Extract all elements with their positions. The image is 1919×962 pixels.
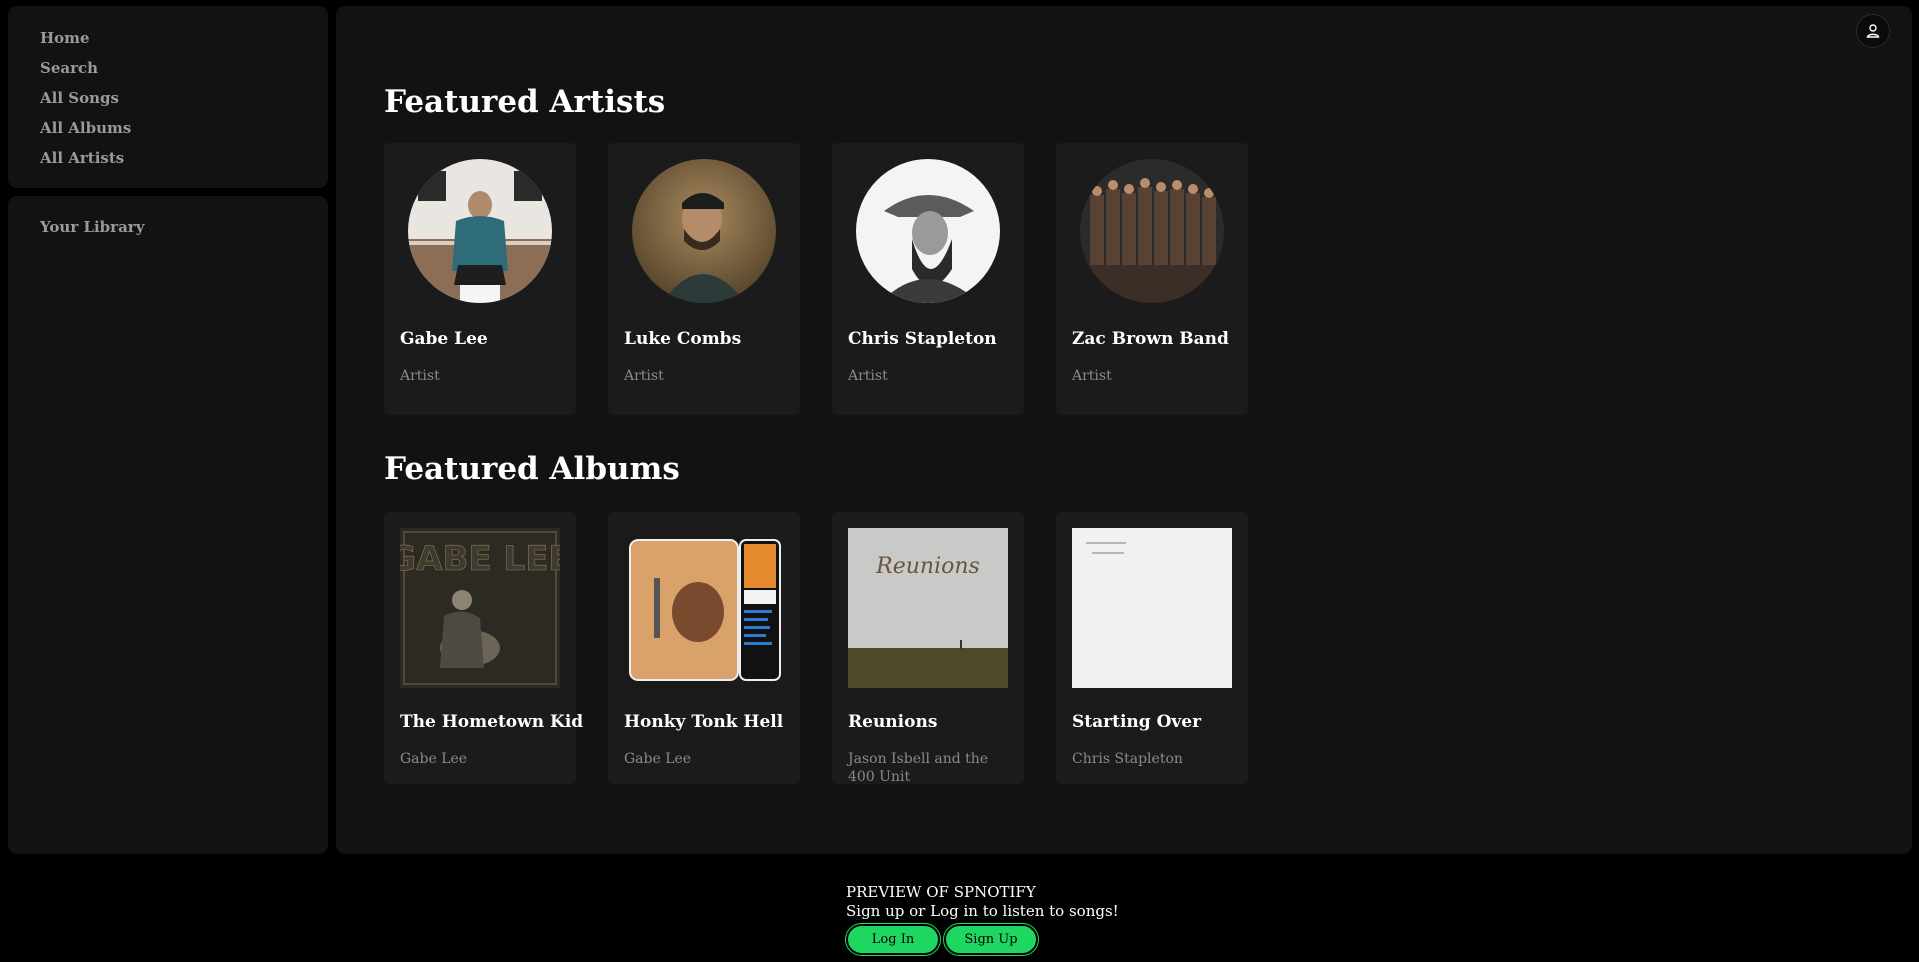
album-artist: Gabe Lee (400, 751, 468, 767)
artist-card[interactable]: Gabe Lee Artist (384, 143, 576, 415)
artist-type: Artist (848, 368, 888, 384)
preview-message: Sign up or Log in to listen to songs! (846, 902, 1119, 920)
sidebar-nav: Home Search All Songs All Albums All Art… (8, 6, 328, 188)
artist-name: Gabe Lee (400, 329, 488, 349)
artist-name: Luke Combs (624, 329, 742, 349)
album-artist: Gabe Lee (624, 751, 692, 767)
nav-all-albums[interactable]: All Albums (40, 118, 328, 148)
artist-name: Chris Stapleton (848, 329, 997, 349)
artist-name: Zac Brown Band (1072, 329, 1229, 349)
main-content: Featured Artists Gabe Lee Artist Luke Co… (336, 6, 1912, 854)
album-cover (1072, 528, 1232, 688)
album-artist: Jason Isbell and the 400 Unit (848, 751, 989, 785)
album-title: Reunions (848, 712, 938, 732)
album-title: The Hometown Kid (400, 712, 584, 732)
login-button[interactable]: Log In (845, 923, 941, 956)
nav-search[interactable]: Search (40, 58, 328, 88)
library-title[interactable]: Your Library (40, 218, 328, 236)
album-card[interactable]: GABE LEE The Hometown Kid Gabe Lee (384, 512, 583, 784)
user-icon (1866, 24, 1880, 38)
album-cover (624, 528, 784, 688)
artist-photo (856, 159, 1000, 303)
nav-all-artists[interactable]: All Artists (40, 148, 328, 178)
signup-button[interactable]: Sign Up (943, 923, 1039, 956)
artist-type: Artist (400, 368, 440, 384)
artist-card[interactable]: Zac Brown Band Artist (1056, 143, 1248, 415)
album-artist: Chris Stapleton (1072, 751, 1183, 767)
album-card[interactable]: Starting Over Chris Stapleton (1056, 512, 1248, 784)
preview-banner: PREVIEW OF SPNOTIFY Sign up or Log in to… (845, 883, 1119, 956)
artist-list: Gabe Lee Artist Luke Combs Artist Chris … (384, 143, 1248, 415)
album-card[interactable]: Reunions Reunions Jason Isbell and the 4… (832, 512, 1024, 785)
artist-photo (408, 159, 552, 303)
preview-heading: PREVIEW OF SPNOTIFY (846, 883, 1036, 901)
album-title: Honky Tonk Hell (624, 712, 784, 732)
artist-card[interactable]: Chris Stapleton Artist (832, 143, 1024, 415)
featured-artists-heading: Featured Artists (384, 84, 666, 120)
artist-type: Artist (1072, 368, 1112, 384)
nav-all-songs[interactable]: All Songs (40, 88, 328, 118)
library-panel: Your Library (8, 196, 328, 854)
album-list: GABE LEE The Hometown Kid Gabe Lee (384, 512, 1248, 785)
cover-text: GABE LEE (400, 539, 560, 579)
nav-home[interactable]: Home (40, 28, 328, 58)
album-cover: Reunions (848, 528, 1008, 688)
artist-photo (1080, 159, 1224, 303)
album-card[interactable]: Honky Tonk Hell Gabe Lee (608, 512, 800, 784)
auth-buttons: Log In Sign Up (845, 923, 1119, 956)
profile-button[interactable] (1856, 14, 1890, 48)
artist-photo (632, 159, 776, 303)
artist-card[interactable]: Luke Combs Artist (608, 143, 800, 415)
album-cover: GABE LEE (400, 528, 560, 688)
featured-albums-heading: Featured Albums (384, 451, 680, 487)
artist-type: Artist (624, 368, 664, 384)
cover-text: Reunions (875, 554, 980, 579)
album-title: Starting Over (1072, 712, 1202, 732)
